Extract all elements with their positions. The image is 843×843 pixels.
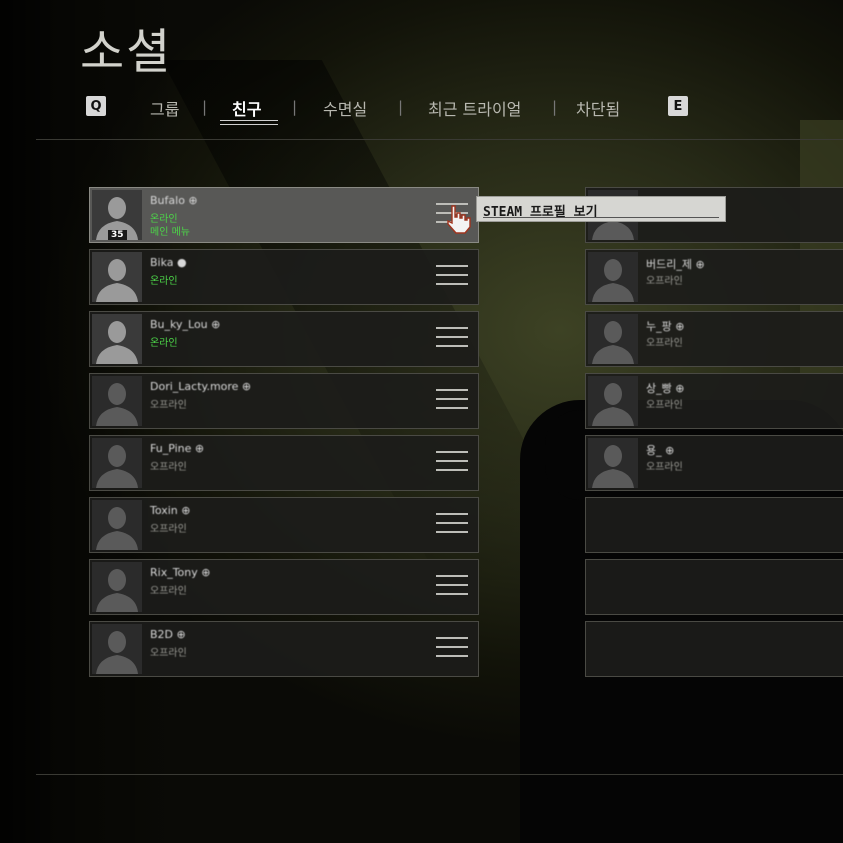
q-key-hint[interactable]: Q [86, 96, 106, 116]
avatar-silhouette-icon [92, 624, 142, 674]
friend-name: Toxin ⊕ [150, 504, 191, 517]
menu-icon[interactable] [436, 637, 468, 661]
friend-card[interactable]: 상_빵 ⊕ 오프라인 [585, 373, 843, 429]
friend-status: 온라인 [150, 338, 178, 349]
avatar-silhouette-icon [588, 252, 638, 302]
avatar[interactable] [588, 438, 638, 488]
menu-icon[interactable] [436, 265, 468, 289]
avatar-silhouette-icon [92, 562, 142, 612]
friend-name: 누_팡 ⊕ [646, 320, 685, 333]
avatar-silhouette-icon [92, 376, 142, 426]
friend-name: Bu_ky_Lou ⊕ [150, 318, 221, 331]
friend-card[interactable]: Fu_Pine ⊕ 오프라인 [89, 435, 479, 491]
divider-bottom [36, 774, 843, 775]
hand-cursor-icon [447, 205, 471, 234]
avatar-silhouette-icon [92, 314, 142, 364]
avatar-silhouette-icon [588, 314, 638, 364]
friend-name: 버드리_제 ⊕ [646, 258, 705, 271]
avatar[interactable] [92, 562, 142, 612]
tab-separator: | [202, 98, 208, 116]
tab-bar: Q 그룹 | 친구 | 수면실 | 최근 트라이얼 | 차단됨 E [0, 92, 843, 125]
empty-friend-slot [585, 559, 843, 615]
tab-friends[interactable]: 친구 [232, 96, 261, 120]
level-badge: 35 [108, 230, 127, 240]
friend-status: 오프라인 [150, 648, 187, 659]
tab-groups[interactable]: 그룹 [150, 96, 179, 120]
active-tab-underline [220, 120, 278, 125]
friend-name: Bika ● [150, 256, 187, 269]
tab-separator: | [398, 98, 404, 116]
friend-card[interactable]: 35 Bufalo ⊕ 온라인 메인 메뉴 [89, 187, 479, 243]
avatar[interactable] [92, 624, 142, 674]
friend-name: 용_ ⊕ [646, 444, 675, 457]
friend-name: B2D ⊕ [150, 628, 186, 641]
menu-icon[interactable] [436, 327, 468, 351]
friend-card[interactable]: B2D ⊕ 오프라인 [89, 621, 479, 677]
friend-status: 오프라인 [646, 276, 683, 287]
avatar[interactable] [588, 314, 638, 364]
friend-status: 오프라인 [646, 338, 683, 349]
avatar[interactable] [92, 438, 142, 488]
avatar[interactable] [92, 252, 142, 302]
friend-name: Fu_Pine ⊕ [150, 442, 205, 455]
friend-name: Bufalo ⊕ [150, 194, 198, 207]
friend-card[interactable]: 버드리_제 ⊕ 오프라인 [585, 249, 843, 305]
avatar-silhouette-icon [92, 500, 142, 550]
avatar-silhouette-icon [92, 438, 142, 488]
avatar[interactable] [92, 500, 142, 550]
menu-icon[interactable] [436, 513, 468, 537]
tab-separator: | [552, 98, 558, 116]
avatar[interactable] [588, 376, 638, 426]
menu-icon[interactable] [436, 575, 468, 599]
friend-status: 오프라인 [150, 586, 187, 597]
friend-card[interactable]: Bu_ky_Lou ⊕ 온라인 [89, 311, 479, 367]
friend-status: 오프라인 [150, 400, 187, 411]
divider-top [36, 139, 843, 140]
avatar[interactable] [92, 314, 142, 364]
tab-separator: | [292, 98, 298, 116]
empty-friend-slot [585, 497, 843, 553]
tab-recent-trials[interactable]: 최근 트라이얼 [428, 96, 521, 120]
avatar-silhouette-icon [588, 376, 638, 426]
page-title: 소셜 [80, 24, 173, 80]
menu-icon[interactable] [436, 451, 468, 475]
avatar-silhouette-icon [92, 252, 142, 302]
friend-card[interactable]: Rix_Tony ⊕ 오프라인 [89, 559, 479, 615]
avatar[interactable]: 35 [92, 190, 142, 240]
friend-card[interactable]: 용_ ⊕ 오프라인 [585, 435, 843, 491]
friend-status: 오프라인 [646, 400, 683, 411]
friend-status: 오프라인 [150, 524, 187, 535]
tooltip-underline [483, 217, 719, 218]
avatar-silhouette-icon [588, 438, 638, 488]
empty-friend-slot [585, 621, 843, 677]
friend-card[interactable]: Dori_Lacty.more ⊕ 오프라인 [89, 373, 479, 429]
friend-status: 온라인 [150, 276, 178, 287]
friend-card[interactable]: 누_팡 ⊕ 오프라인 [585, 311, 843, 367]
friend-activity: 메인 메뉴 [150, 227, 190, 238]
avatar[interactable] [92, 376, 142, 426]
tab-blocked[interactable]: 차단됨 [576, 96, 620, 120]
steam-profile-tooltip[interactable]: STEAM 프로필 보기 [476, 196, 726, 222]
friend-card[interactable]: Toxin ⊕ 오프라인 [89, 497, 479, 553]
friend-status: 오프라인 [646, 462, 683, 473]
friend-status: 오프라인 [150, 462, 187, 473]
menu-icon[interactable] [436, 389, 468, 413]
friend-name: Dori_Lacty.more ⊕ [150, 380, 252, 393]
e-key-hint[interactable]: E [668, 96, 688, 116]
avatar[interactable] [588, 252, 638, 302]
friend-card[interactable]: Bika ● 온라인 [89, 249, 479, 305]
tab-sleeping-quarters[interactable]: 수면실 [323, 96, 367, 120]
friend-name: 상_빵 ⊕ [646, 382, 685, 395]
friend-name: Rix_Tony ⊕ [150, 566, 211, 579]
